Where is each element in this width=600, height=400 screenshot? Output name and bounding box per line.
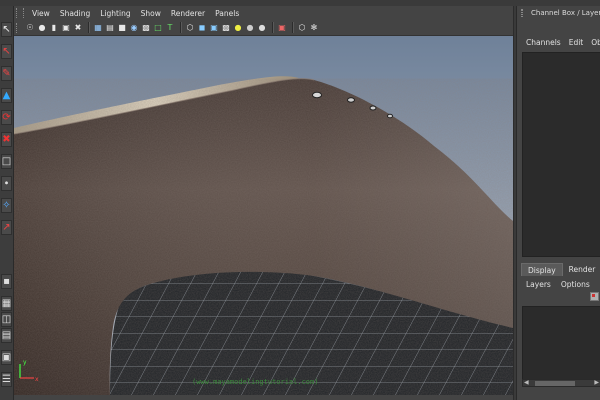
persp-graph-layout-icon[interactable]: ▤ [1, 328, 12, 343]
single-perspective-layout-icon[interactable]: ▪ [1, 274, 12, 289]
select-tool-icon[interactable]: ↖ [1, 22, 12, 37]
tab-display[interactable]: Display [521, 263, 563, 276]
menu-help[interactable]: He [590, 280, 600, 289]
camera-attributes-icon[interactable]: ● [37, 23, 47, 33]
perspective-viewport[interactable]: y x (www.mayamodelingtutorial.com) [14, 36, 513, 395]
menu-channels[interactable]: Channels [517, 38, 561, 47]
panel-grip[interactable] [521, 9, 523, 17]
create-layer-icon[interactable] [590, 292, 599, 301]
textured-icon[interactable]: ▩ [221, 23, 231, 33]
toolbar-separator [180, 22, 182, 33]
resolution-gate-icon[interactable]: ■ [117, 23, 127, 33]
xray-joints-icon[interactable]: ✻ [309, 23, 319, 33]
scroll-thumb[interactable] [535, 381, 575, 386]
scale-tool-icon[interactable]: ✖ [1, 132, 12, 147]
tab-render[interactable]: Render [563, 263, 600, 275]
film-gate-icon[interactable]: ▤ [105, 23, 115, 33]
grid-icon[interactable]: ▦ [93, 23, 103, 33]
move-tool-icon[interactable]: ▲ [1, 88, 12, 103]
layer-editor-menubar: Layers Options He [517, 278, 600, 290]
safe-action-icon[interactable]: □ [153, 23, 163, 33]
channel-box-panel: Channel Box / Layer Channels Edit Obje D… [516, 6, 600, 400]
show-manipulator-icon[interactable]: ✧ [1, 198, 12, 213]
isolate-select-icon[interactable]: ▣ [277, 23, 287, 33]
menu-object[interactable]: Obje [583, 38, 600, 47]
universal-manipulator-icon[interactable]: □ [1, 154, 12, 169]
menu-edit[interactable]: Edit [561, 38, 584, 47]
last-tool-icon[interactable]: ↗ [1, 220, 12, 235]
select-camera-icon[interactable]: ☉ [25, 23, 35, 33]
layer-list[interactable] [522, 306, 600, 380]
four-view-layout-icon[interactable]: ▦ [1, 296, 12, 311]
toolbar-separator [272, 22, 274, 33]
viewport-toolbar: ☉ ● ▮ ▣ ✖ ▦ ▤ ■ ◉ ▩ □ T ⬡ ◼ ▣ ▩ ● ● ● ▣ … [14, 20, 516, 36]
viewport-menubar: View Shading Lighting Show Renderer Pane… [14, 6, 516, 20]
menu-options[interactable]: Options [551, 280, 590, 289]
toolbar-grip[interactable] [16, 22, 23, 33]
layer-scrollbar[interactable]: ◀ ▶ [522, 379, 600, 387]
outliner-layout-icon[interactable]: ☰ [1, 372, 12, 387]
menu-shading[interactable]: Shading [55, 9, 95, 18]
soft-mod-icon[interactable]: ∙ [1, 176, 12, 191]
scroll-left-icon[interactable]: ◀ [524, 379, 529, 386]
xray-icon[interactable]: ⬡ [297, 23, 307, 33]
maya-window: ↖ ↖ ✎ ▲ ⟳ ✖ □ ∙ ✧ ↗ ▪ ▦ ◫ ▤ ▣ ☰ View Sha… [0, 0, 600, 400]
panel-title: Channel Box / Layer [531, 9, 600, 17]
screen-space-ao-icon[interactable]: ● [257, 23, 267, 33]
shadows-icon[interactable]: ● [245, 23, 255, 33]
gate-mask-icon[interactable]: ◉ [129, 23, 139, 33]
wireframe-icon[interactable]: ⬡ [185, 23, 195, 33]
persp-outliner-layout-icon[interactable]: ◫ [1, 312, 12, 327]
image-plane-icon[interactable]: ▣ [61, 23, 71, 33]
scroll-right-icon[interactable]: ▶ [594, 379, 599, 386]
hypershade-layout-icon[interactable]: ▣ [1, 350, 12, 365]
axis-x-label: x [35, 376, 39, 383]
menu-panels[interactable]: Panels [210, 9, 244, 18]
menu-layers[interactable]: Layers [517, 280, 551, 289]
channel-box-menubar: Channels Edit Obje [517, 36, 600, 48]
layer-editor-tabs: Display Render [521, 263, 600, 276]
panel-grip[interactable] [16, 8, 24, 18]
toolbox: ↖ ↖ ✎ ▲ ⟳ ✖ □ ∙ ✧ ↗ ▪ ▦ ◫ ▤ ▣ ☰ [0, 6, 14, 400]
smooth-shade-icon[interactable]: ◼ [197, 23, 207, 33]
safe-title-icon[interactable]: T [165, 23, 175, 33]
rotate-tool-icon[interactable]: ⟳ [1, 110, 12, 125]
lasso-tool-icon[interactable]: ↖ [1, 44, 12, 59]
toolbar-separator [292, 22, 294, 33]
axis-y-label: y [23, 359, 27, 366]
wireframe-on-shaded-icon[interactable]: ▣ [209, 23, 219, 33]
use-all-lights-icon[interactable]: ● [233, 23, 243, 33]
bookmark-icon[interactable]: ▮ [49, 23, 59, 33]
paint-select-tool-icon[interactable]: ✎ [1, 66, 12, 81]
field-chart-icon[interactable]: ▩ [141, 23, 151, 33]
menu-view[interactable]: View [27, 9, 55, 18]
menu-show[interactable]: Show [136, 9, 166, 18]
two-d-pan-icon[interactable]: ✖ [73, 23, 83, 33]
channel-box-list[interactable] [522, 52, 600, 257]
menu-renderer[interactable]: Renderer [166, 9, 210, 18]
panel-title-bar: Channel Box / Layer [517, 6, 600, 20]
menu-lighting[interactable]: Lighting [95, 9, 135, 18]
toolbar-separator [88, 22, 90, 33]
watermark: (www.mayamodelingtutorial.com) [192, 378, 319, 386]
